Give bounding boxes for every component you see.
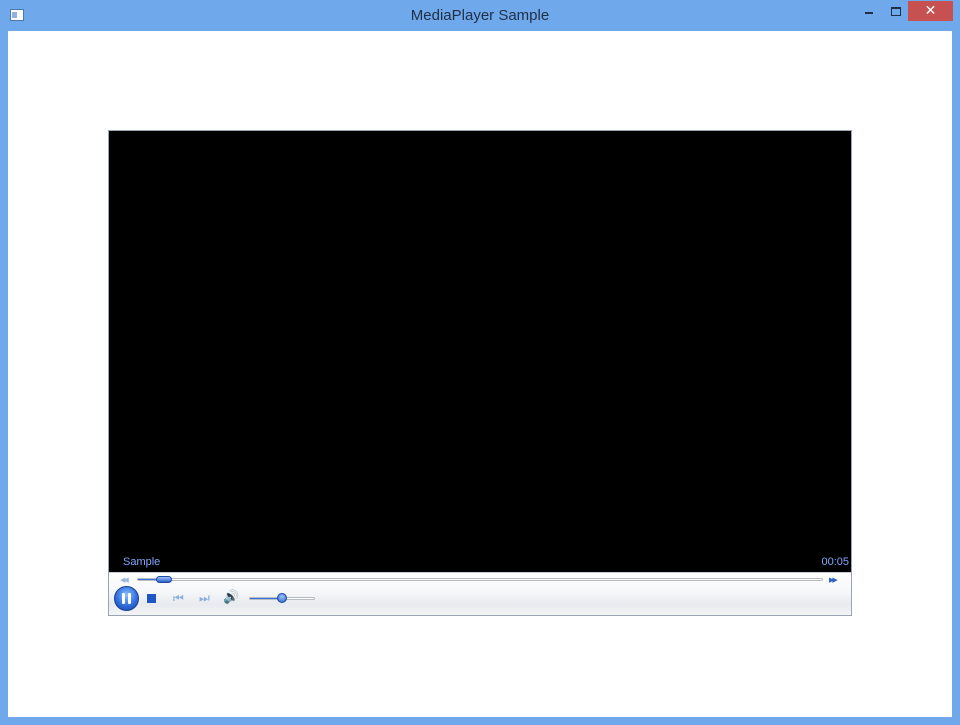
control-bar: ◀◀ ▶▶ ⏮ ⏭ 🔊 (109, 572, 851, 615)
media-player: Sample 00:05 ◀◀ ▶▶ ⏮ ⏭ 🔊 (108, 130, 852, 616)
seek-thumb[interactable] (155, 576, 172, 583)
volume-thumb[interactable] (277, 593, 287, 603)
elapsed-time-label: 00:05 (821, 556, 849, 568)
media-player-window: MediaPlayer Sample ✕ Sample 00:05 ◀◀ ▶▶ (0, 0, 960, 725)
skip-next-icon[interactable]: ⏭ (199, 591, 210, 605)
client-area: Sample 00:05 ◀◀ ▶▶ ⏮ ⏭ 🔊 (8, 31, 952, 717)
close-button[interactable]: ✕ (908, 1, 953, 21)
fast-forward-icon[interactable]: ▶▶ (829, 576, 838, 584)
pause-button[interactable] (114, 586, 139, 611)
skip-previous-icon[interactable]: ⏮ (173, 591, 184, 605)
title-bar[interactable]: MediaPlayer Sample ✕ (0, 0, 960, 31)
minimize-button[interactable] (856, 1, 882, 21)
volume-icon[interactable]: 🔊 (223, 590, 239, 604)
window-title: MediaPlayer Sample (410, 7, 550, 24)
seek-bar[interactable] (137, 578, 823, 581)
stop-icon[interactable] (147, 594, 156, 603)
rewind-icon[interactable]: ◀◀ (120, 576, 129, 584)
video-display[interactable]: Sample 00:05 (109, 131, 851, 572)
close-icon: ✕ (924, 2, 937, 18)
maximize-button[interactable] (882, 1, 908, 21)
media-title-label: Sample (123, 556, 161, 568)
